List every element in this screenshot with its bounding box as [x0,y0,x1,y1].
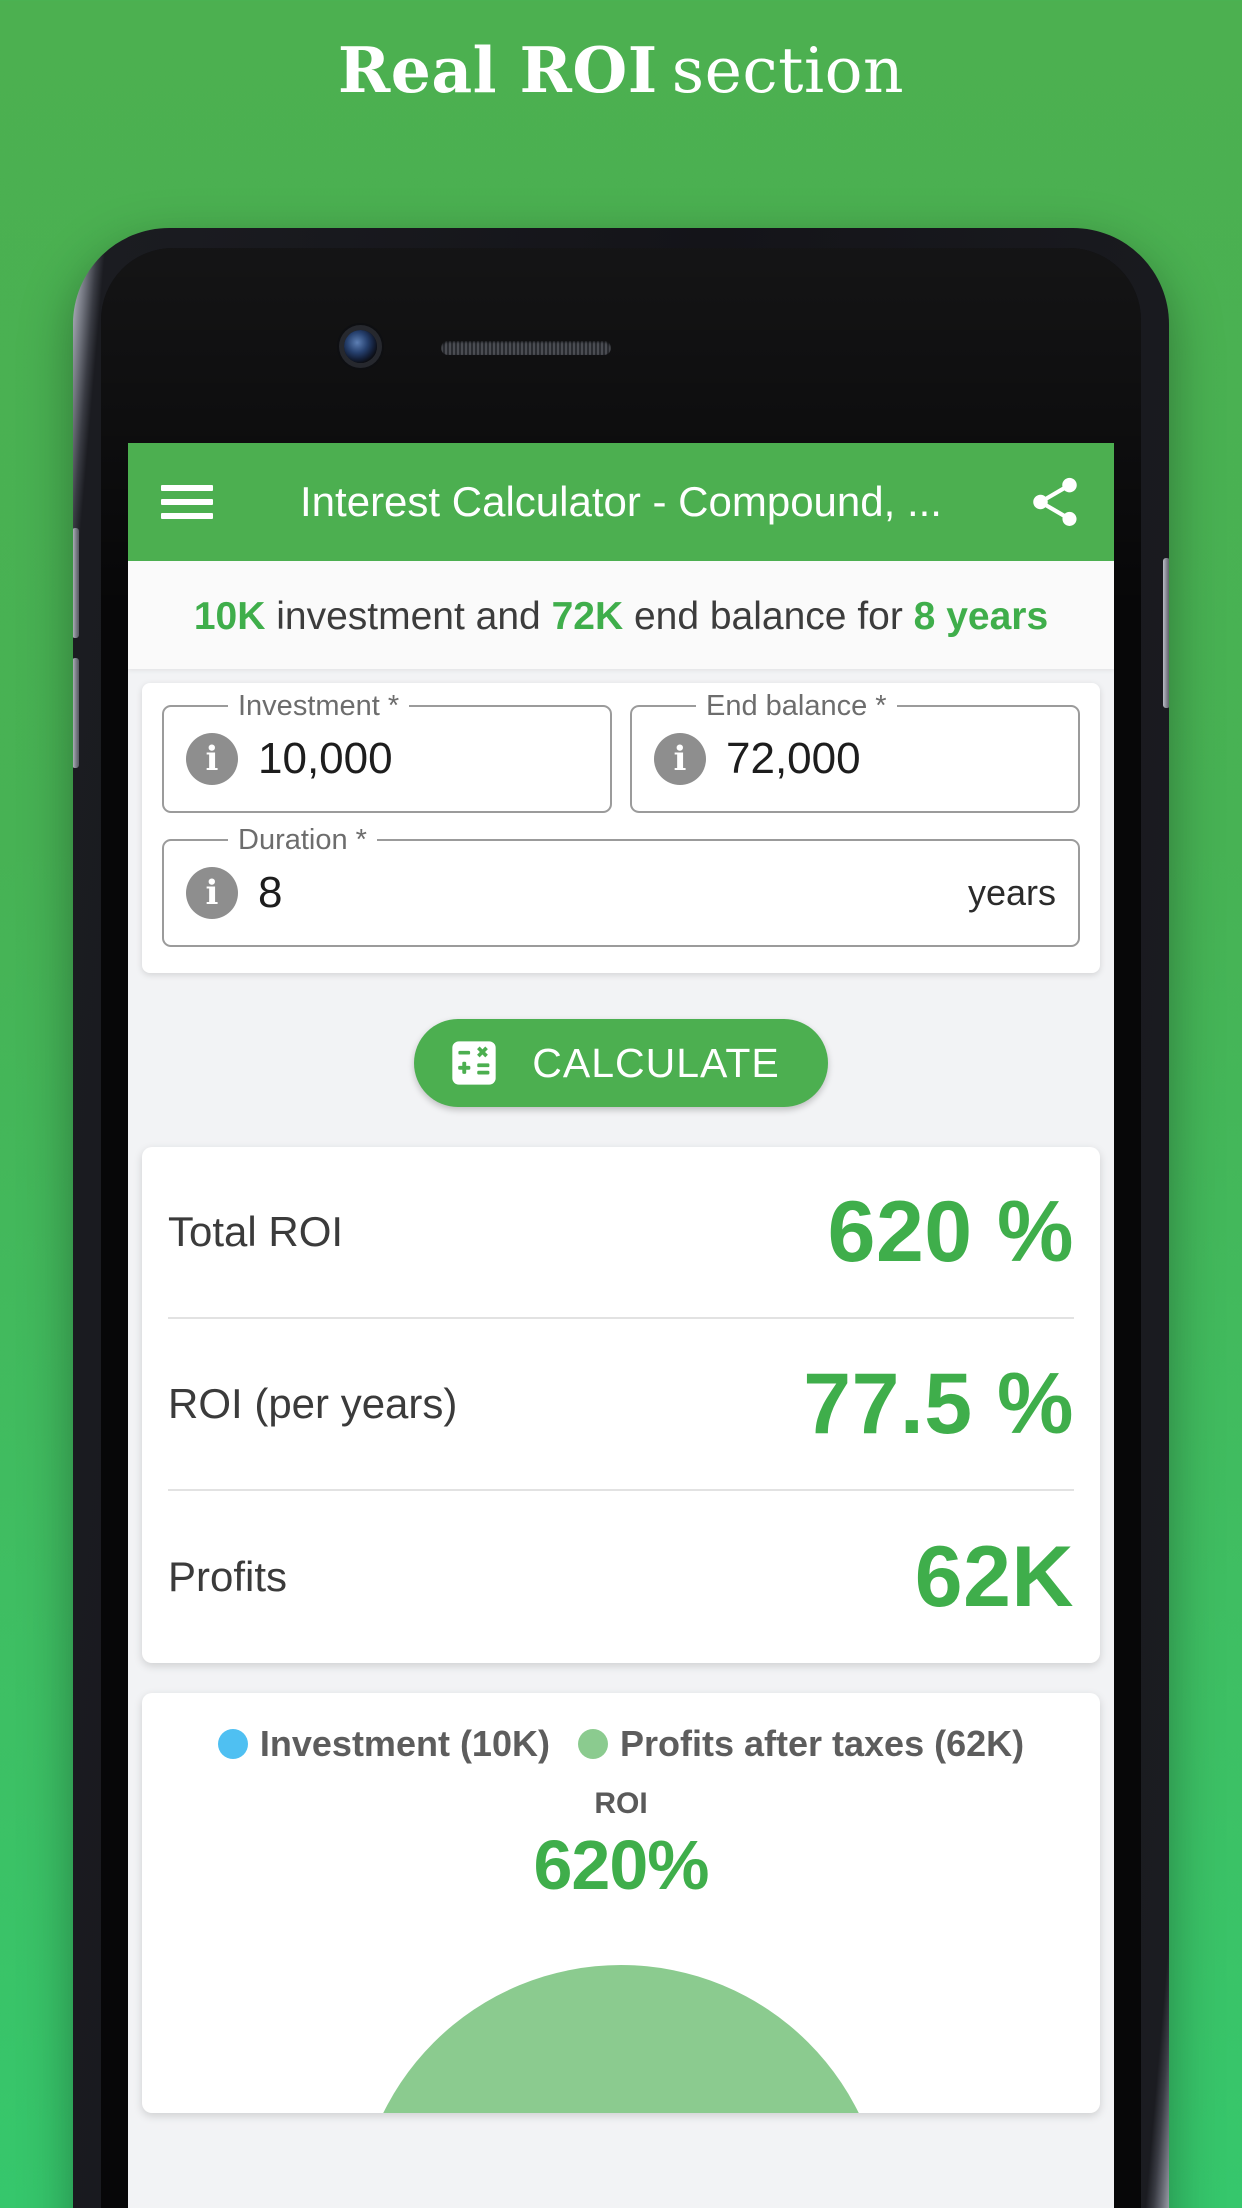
roi-pie-chart [356,1965,886,2113]
front-camera-icon [344,330,377,363]
legend-label: Profits after taxes (62K) [619,1723,1025,1764]
investment-field-label: Investment * [228,690,410,723]
end-balance-field-label: End balance * [696,690,897,723]
info-icon[interactable]: i [654,733,706,785]
calculate-button-label: CALCULATE [532,1039,780,1086]
app-screen: Interest Calculator - Compound, ... 10K … [128,443,1114,2208]
calculator-icon [448,1037,500,1089]
calculate-button-row: CALCULATE [128,973,1114,1147]
roi-chart-card: Investment (10K) Profits after taxes (62… [142,1693,1100,2113]
duration-field-suffix: years [967,872,1056,913]
result-value: 77.5 % [803,1355,1074,1452]
legend-item-investment: Investment (10K) [217,1723,550,1765]
duration-field[interactable]: Duration * i 8 years [162,824,1080,947]
table-row: Total ROI 620 % [168,1147,1074,1319]
investment-field-value[interactable]: 10,000 [258,734,588,784]
legend-color-swatch [577,1729,608,1759]
chart-title: ROI [594,1787,648,1820]
field-row-top: Investment * i 10,000 End balance * i 72… [162,690,1080,813]
summary-end-balance: 72K [551,595,624,638]
summary-investment: 10K [193,595,266,638]
info-icon[interactable]: i [186,733,238,785]
end-balance-field[interactable]: End balance * i 72,000 [630,690,1080,813]
phone-bezel: Interest Calculator - Compound, ... 10K … [101,248,1141,2208]
result-label: ROI (per years) [168,1380,458,1427]
summary-text-2: end balance for [623,595,914,638]
earpiece-speaker-icon [441,341,611,355]
input-card: Investment * i 10,000 End balance * i 72… [142,683,1100,973]
summary-text-1: investment and [265,595,552,638]
duration-field-label: Duration * [228,824,377,857]
volume-up-button[interactable] [73,528,79,638]
results-card: Total ROI 620 % ROI (per years) 77.5 % P… [142,1147,1100,1663]
calculate-button[interactable]: CALCULATE [414,1019,828,1107]
result-label: Profits [168,1553,288,1600]
legend-color-swatch [217,1729,248,1759]
info-icon[interactable]: i [186,867,238,919]
phone-mockup: Interest Calculator - Compound, ... 10K … [73,228,1169,2208]
volume-down-button[interactable] [73,658,79,768]
end-balance-field-value[interactable]: 72,000 [726,734,1056,784]
result-label: Total ROI [168,1208,344,1255]
table-row: ROI (per years) 77.5 % [168,1319,1074,1491]
chart-center-value: 620% [533,1826,709,1904]
promo-heading-light: section [671,33,905,107]
table-row: Profits 62K [168,1491,1074,1663]
pie-slices [356,1965,886,2113]
duration-field-value[interactable]: 8 [258,868,958,918]
field-row-bottom: Duration * i 8 years [162,824,1080,947]
share-icon[interactable] [1026,473,1084,531]
promo-heading: Real ROI section [0,0,1242,140]
chart-legend: Investment (10K) Profits after taxes (62… [162,1723,1080,1765]
result-value: 62K [914,1528,1074,1625]
hamburger-menu-icon[interactable] [158,479,216,525]
legend-label: Investment (10K) [259,1723,550,1764]
investment-field[interactable]: Investment * i 10,000 [162,690,612,813]
power-button[interactable] [1163,558,1169,708]
app-bar: Interest Calculator - Compound, ... [128,443,1114,561]
promo-heading-bold: Real ROI [337,33,658,107]
summary-line: 10K investment and 72K end balance for 8… [128,561,1114,669]
result-value: 620 % [827,1183,1074,1280]
summary-duration: 8 years [913,595,1049,638]
legend-item-profits: Profits after taxes (62K) [577,1723,1025,1765]
page-title: Interest Calculator - Compound, ... [300,478,942,525]
